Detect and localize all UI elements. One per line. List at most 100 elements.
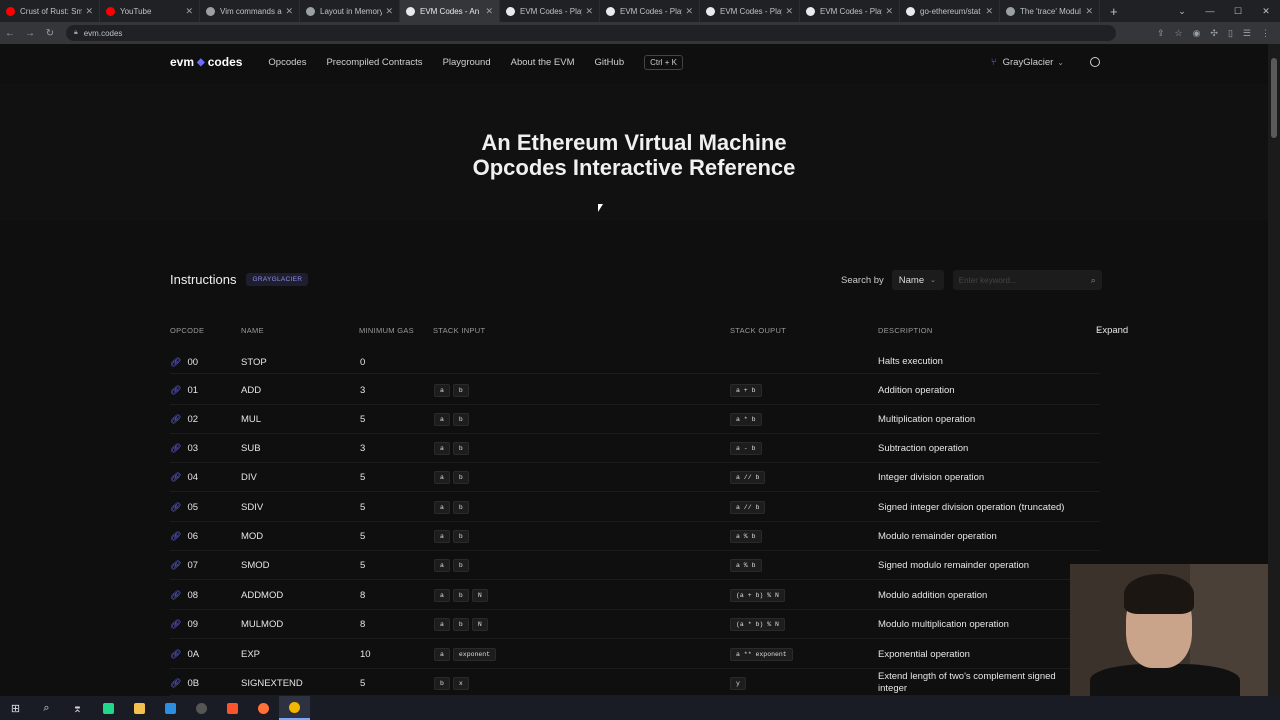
opcode-value: 01 [187,385,199,396]
extension-icon[interactable]: ◉ [1193,28,1201,39]
tab-close-icon[interactable]: ✕ [485,6,493,17]
stack-input-chip: a [434,559,450,572]
browser-tab[interactable]: EVM Codes - Play ✕ [500,0,600,22]
table-row[interactable]: 🔗︎ 04 DIV 5 a b a // b Integer division operati… [170,463,1100,492]
browser-tab[interactable]: EVM Codes - Play ✕ [700,0,800,22]
browser-tab[interactable]: Layout in Memory ✕ [300,0,400,22]
page-scrollbar[interactable] [1268,44,1280,696]
search-shortcut-button[interactable]: Ctrl + K [644,54,684,70]
theme-toggle-icon[interactable] [1090,57,1100,67]
description-cell: Signed modulo remainder operation [878,551,1068,580]
firefox-icon[interactable] [248,696,279,720]
table-row[interactable]: 🔗︎ 0B SIGNEXTEND 5 b x y Extend length of two's… [170,670,1100,696]
link-icon[interactable]: 🔗︎ [170,560,181,571]
tab-close-icon[interactable]: ✕ [885,6,893,17]
table-row[interactable]: 🔗︎ 09 MULMOD 8 a b N (a * b) % N Modulo multipli… [170,610,1100,639]
stack-input-chip: a [434,530,450,543]
pycharm-icon[interactable] [93,696,124,720]
sidebar-icon[interactable]: ▯ [1228,28,1233,39]
link-icon[interactable]: 🔗︎ [170,678,181,689]
close-window-icon[interactable]: ✕ [1252,6,1280,17]
table-row[interactable]: 🔗︎ 03 SUB 3 a b a - b Subtraction operation [170,434,1100,463]
file-explorer-icon[interactable] [124,696,155,720]
table-row[interactable]: 🔗︎ 06 MOD 5 a b a % b Modulo remainder operatio… [170,522,1100,551]
tab-close-icon[interactable]: ✕ [585,6,593,17]
search-icon[interactable]: ⌕ [1091,275,1096,286]
tab-close-icon[interactable]: ✕ [185,6,193,17]
keyword-search-input[interactable] [958,275,1091,285]
tab-close-icon[interactable]: ✕ [985,6,993,17]
back-icon[interactable]: ← [0,28,20,39]
chrome-icon[interactable] [279,696,310,720]
browser-tab[interactable]: EVM Codes - Play ✕ [600,0,700,22]
task-view-icon[interactable]: ⌆ [62,696,93,720]
opcode-cell: 🔗︎ 04 [170,463,198,492]
browser-tab[interactable]: The 'trace' Modul ✕ [1000,0,1100,22]
windows-start-icon[interactable]: ⊞ [0,696,31,720]
search-by-select[interactable]: Name ⌄ [891,270,944,290]
table-row[interactable]: 🔗︎ 0A EXP 10 a exponent a ** exponent Exponenti… [170,640,1100,669]
table-row[interactable]: 🔗︎ 00 STOP 0 Halts execution [170,350,1100,374]
share-icon[interactable]: ⇪ [1157,28,1165,39]
link-icon[interactable]: 🔗︎ [170,385,181,396]
link-icon[interactable]: 🔗︎ [170,414,181,425]
browser-tab[interactable]: go-ethereum/stat ✕ [900,0,1000,22]
link-icon[interactable]: 🔗︎ [170,649,181,660]
browser-tab[interactable]: Crust of Rust: Sm ✕ [0,0,100,22]
browser-tab[interactable]: EVM Codes - An E ✕ [400,0,500,22]
table-row[interactable]: 🔗︎ 05 SDIV 5 a b a // b Signed integer division… [170,493,1100,522]
profile-icon[interactable]: ☰ [1243,28,1251,39]
tab-close-icon[interactable]: ✕ [285,6,293,17]
reload-icon[interactable]: ↻ [40,28,60,39]
browser-tab[interactable]: Vim commands ar ✕ [200,0,300,22]
col-name[interactable]: NAME [241,326,264,335]
vscode-icon[interactable] [155,696,186,720]
keyword-search-box[interactable]: ⌕ [952,270,1102,290]
obs-icon[interactable] [186,696,217,720]
minimize-icon[interactable]: — [1196,6,1224,16]
new-tab-button[interactable]: + [1110,4,1118,19]
evm-codes-logo[interactable]: evm ◆ codes [170,55,242,69]
brave-icon[interactable] [217,696,248,720]
link-icon[interactable]: 🔗︎ [170,531,181,542]
table-row[interactable]: 🔗︎ 01 ADD 3 a b a + b Addition operation [170,376,1100,405]
nav-link-playground[interactable]: Playground [443,57,491,68]
link-icon[interactable]: 🔗︎ [170,619,181,630]
gas-cell: 5 [360,551,365,580]
nav-link-opcodes[interactable]: Opcodes [268,57,306,68]
tab-close-icon[interactable]: ✕ [685,6,693,17]
link-icon[interactable]: 🔗︎ [170,472,181,483]
table-row[interactable]: 🔗︎ 07 SMOD 5 a b a % b Signed modulo remainder … [170,551,1100,580]
nav-link-about[interactable]: About the EVM [511,57,575,68]
search-icon[interactable]: ⌕ [31,696,62,720]
puzzle-icon[interactable]: ✣ [1210,28,1218,39]
nav-link-github[interactable]: GitHub [595,57,625,68]
scrollbar-thumb[interactable] [1271,58,1277,138]
link-icon[interactable]: 🔗︎ [170,357,181,368]
nav-link-precompiled[interactable]: Precompiled Contracts [326,57,422,68]
min-gas-value: 3 [360,385,366,396]
tab-search-icon[interactable]: ⌄ [1168,6,1196,17]
fork-selector[interactable]: GrayGlacier [1003,57,1054,68]
url-input[interactable]: 🔒︎ evm.codes [66,25,1116,41]
browser-tab[interactable]: EVM Codes - Play ✕ [800,0,900,22]
table-row[interactable]: 🔗︎ 02 MUL 5 a b a * b Multiplication operation [170,405,1100,434]
menu-kebab-icon[interactable]: ⋮ [1261,28,1270,39]
stack-input-chip: a [434,589,450,602]
forward-icon[interactable]: → [20,28,40,39]
tab-close-icon[interactable]: ✕ [1085,6,1093,17]
link-icon[interactable]: 🔗︎ [170,590,181,601]
tab-close-icon[interactable]: ✕ [785,6,793,17]
search-by-value: Name [898,274,925,286]
link-icon[interactable]: 🔗︎ [170,502,181,513]
browser-tab[interactable]: YouTube ✕ [100,0,200,22]
maximize-icon[interactable]: ☐ [1224,6,1252,17]
opcode-value: 08 [187,590,199,601]
col-opcode[interactable]: OPCODE [170,326,204,335]
link-icon[interactable]: 🔗︎ [170,443,181,454]
tab-close-icon[interactable]: ✕ [385,6,393,17]
col-gas[interactable]: MINIMUM GAS [359,326,414,335]
tab-close-icon[interactable]: ✕ [85,6,93,17]
bookmark-star-icon[interactable]: ☆ [1174,28,1182,39]
table-row[interactable]: 🔗︎ 08 ADDMOD 8 a b N (a + b) % N Modulo addition… [170,581,1100,610]
